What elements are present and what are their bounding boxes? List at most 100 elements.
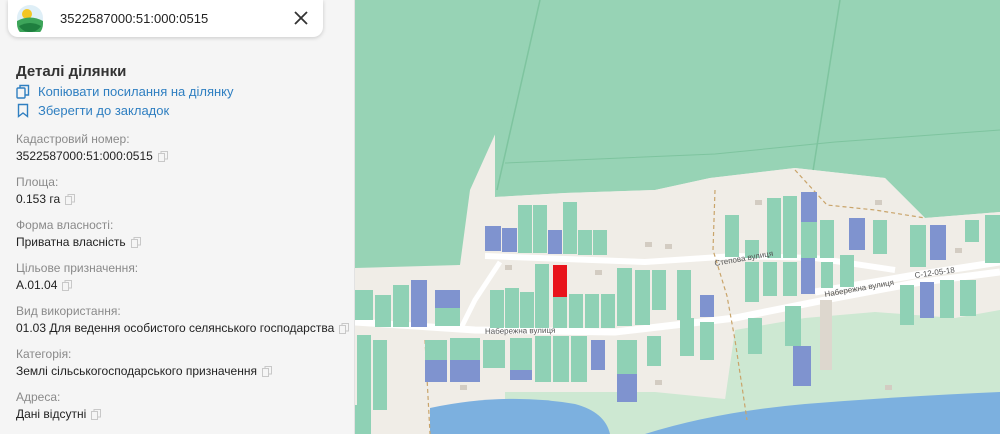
- parcel[interactable]: [820, 300, 832, 370]
- purpose-value: A.01.04: [16, 278, 73, 292]
- parcel[interactable]: [700, 322, 714, 360]
- bookmark-label: Зберегти до закладок: [38, 103, 170, 118]
- parcel[interactable]: [783, 196, 797, 258]
- category-label: Категорія:: [16, 347, 72, 361]
- copy-link-icon: [16, 84, 30, 99]
- copy-icon[interactable]: [157, 150, 168, 162]
- parcel[interactable]: [821, 262, 833, 288]
- parcel[interactable]: [617, 340, 637, 374]
- category-text: Землі сільськогосподарського призначення: [16, 364, 257, 378]
- cadastral-number-label: Кадастровий номер:: [16, 132, 130, 146]
- parcel[interactable]: [533, 205, 547, 253]
- copy-icon[interactable]: [261, 365, 272, 377]
- parcel[interactable]: [450, 360, 480, 382]
- parcel[interactable]: [393, 285, 409, 327]
- address-text: Дані відсутні: [16, 407, 87, 421]
- parcel[interactable]: [375, 295, 391, 327]
- parcel[interactable]: [617, 374, 637, 402]
- copy-icon[interactable]: [91, 408, 102, 420]
- parcel[interactable]: [435, 290, 460, 308]
- search-bar[interactable]: 3522587000:51:000:0515: [8, 0, 323, 37]
- parcel[interactable]: [425, 340, 447, 360]
- parcel[interactable]: [510, 370, 532, 380]
- parcel[interactable]: [571, 336, 587, 382]
- parcel[interactable]: [840, 255, 854, 287]
- parcel[interactable]: [593, 230, 607, 255]
- parcel[interactable]: [578, 230, 592, 255]
- parcel[interactable]: [535, 264, 549, 328]
- parcel[interactable]: [355, 290, 373, 320]
- parcel[interactable]: [617, 268, 632, 326]
- parcel[interactable]: [748, 318, 762, 354]
- parcel[interactable]: [485, 226, 501, 251]
- parcel[interactable]: [725, 215, 739, 257]
- parcel[interactable]: [520, 292, 534, 328]
- parcel[interactable]: [763, 262, 777, 296]
- copy-link-label: Копіювати посилання на ділянку: [38, 84, 234, 99]
- parcel[interactable]: [985, 215, 1000, 263]
- parcel[interactable]: [355, 405, 371, 434]
- copy-icon[interactable]: [339, 322, 350, 334]
- parcel[interactable]: [490, 290, 504, 328]
- parcel[interactable]: [930, 225, 946, 260]
- parcel[interactable]: [357, 335, 371, 405]
- selected-parcel[interactable]: [553, 265, 567, 297]
- copy-icon[interactable]: [130, 236, 141, 248]
- usage-value: 01.03 Для ведення особистого селянського…: [16, 321, 350, 335]
- parcel[interactable]: [801, 192, 817, 222]
- parcel[interactable]: [940, 280, 954, 318]
- parcel[interactable]: [783, 262, 797, 296]
- parcel[interactable]: [820, 220, 834, 258]
- parcel[interactable]: [965, 220, 979, 242]
- parcel[interactable]: [535, 336, 551, 382]
- parcel[interactable]: [785, 306, 801, 346]
- parcel[interactable]: [510, 338, 532, 370]
- parcel[interactable]: [553, 336, 569, 382]
- parcel[interactable]: [518, 205, 532, 253]
- parcel[interactable]: [635, 270, 650, 325]
- parcel[interactable]: [373, 340, 387, 410]
- parcel[interactable]: [652, 270, 666, 310]
- parcel[interactable]: [563, 202, 577, 254]
- parcel[interactable]: [553, 297, 567, 328]
- parcel[interactable]: [745, 262, 759, 302]
- parcel[interactable]: [411, 280, 427, 327]
- parcel[interactable]: [801, 222, 817, 258]
- parcel[interactable]: [849, 218, 865, 250]
- area-value: 0.153 га: [16, 192, 76, 206]
- logo-icon[interactable]: [16, 4, 44, 32]
- copy-icon[interactable]: [65, 193, 76, 205]
- details-title: Деталі ділянки: [16, 63, 127, 80]
- parcel[interactable]: [647, 336, 661, 366]
- parcel[interactable]: [801, 258, 815, 294]
- close-icon[interactable]: [291, 8, 311, 28]
- parcel[interactable]: [502, 228, 517, 252]
- copy-icon[interactable]: [62, 279, 73, 291]
- parcel[interactable]: [900, 285, 914, 325]
- bookmark-button[interactable]: Зберегти до закладок: [16, 103, 169, 118]
- parcel[interactable]: [569, 294, 583, 328]
- parcel[interactable]: [601, 294, 615, 328]
- parcel[interactable]: [585, 294, 599, 328]
- parcel[interactable]: [548, 230, 562, 254]
- parcel[interactable]: [960, 280, 976, 316]
- parcel[interactable]: [680, 318, 694, 356]
- parcel[interactable]: [910, 225, 926, 267]
- parcel[interactable]: [505, 288, 519, 328]
- parcel[interactable]: [435, 308, 460, 326]
- parcel[interactable]: [793, 346, 811, 386]
- cadastral-number-value: 3522587000:51:000:0515: [16, 149, 168, 163]
- search-query[interactable]: 3522587000:51:000:0515: [60, 11, 208, 26]
- parcel[interactable]: [700, 295, 714, 317]
- usage-label: Вид використання:: [16, 304, 121, 318]
- parcel-sidebar: 3522587000:51:000:0515 Деталі ділянки Ко…: [0, 0, 355, 434]
- parcel[interactable]: [677, 270, 691, 320]
- map-canvas[interactable]: Набережна вулиця Степова вулиця Набережн…: [355, 0, 1000, 434]
- parcel[interactable]: [920, 282, 934, 318]
- parcel[interactable]: [873, 220, 887, 254]
- parcel[interactable]: [483, 340, 505, 368]
- parcel[interactable]: [425, 360, 447, 382]
- parcel[interactable]: [450, 338, 480, 360]
- parcel[interactable]: [591, 340, 605, 370]
- copy-link-button[interactable]: Копіювати посилання на ділянку: [16, 84, 234, 99]
